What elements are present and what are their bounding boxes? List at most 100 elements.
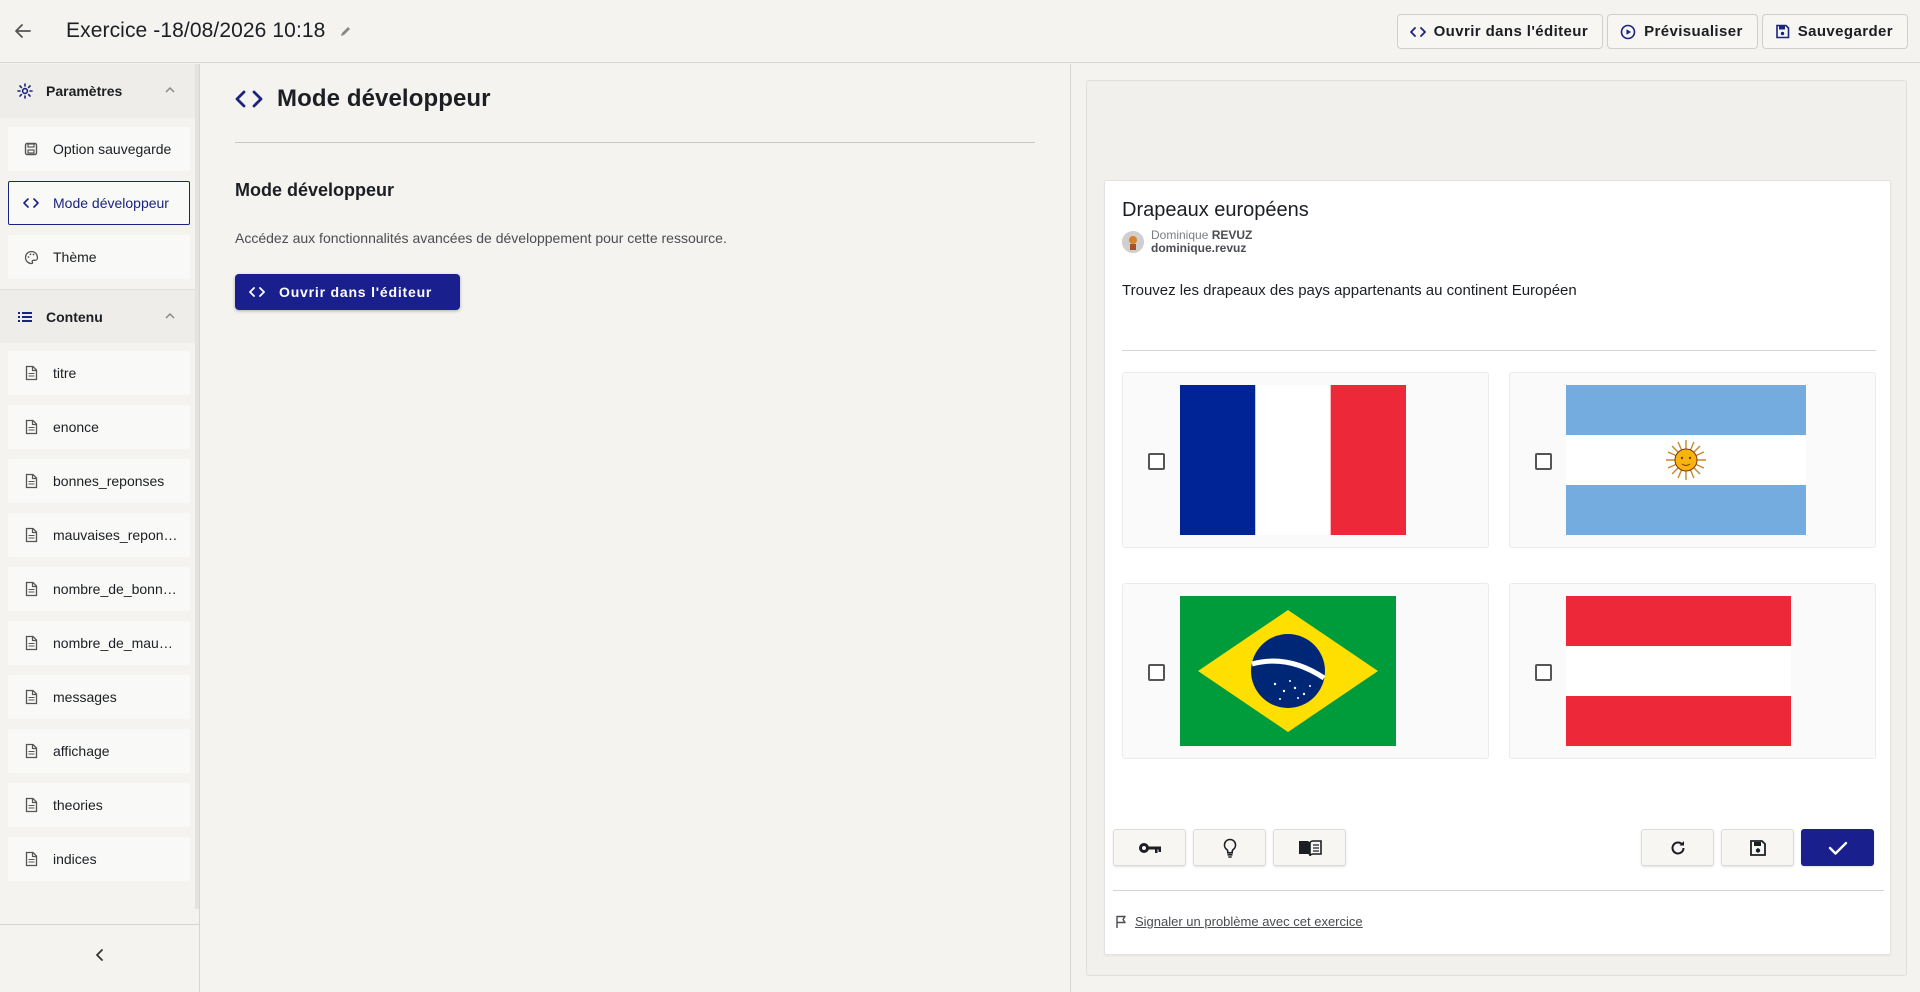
gear-icon [17, 83, 33, 99]
code-icon [235, 90, 263, 108]
france-flag [1180, 385, 1406, 535]
save-button[interactable]: Sauvegarder [1761, 14, 1908, 49]
preview-button[interactable]: Prévisualiser [1607, 14, 1758, 49]
file-icon [23, 473, 39, 489]
answer-checkbox[interactable] [1535, 664, 1552, 681]
exercise-card: Drapeaux européens Dominique REVUZ domin… [1104, 180, 1891, 955]
button-label: Ouvrir dans l'éditeur [279, 284, 433, 300]
divider [1113, 890, 1884, 891]
code-icon [23, 195, 39, 211]
author-last-name: REVUZ [1211, 228, 1253, 242]
answer-option-france[interactable] [1122, 372, 1489, 548]
list-icon [18, 311, 32, 322]
sidebar-item-messages[interactable]: messages [8, 675, 190, 719]
answer-checkbox[interactable] [1148, 664, 1165, 681]
back-button[interactable] [0, 0, 46, 63]
sidebar-item-affichage[interactable]: affichage [8, 729, 190, 773]
argentina-flag [1566, 385, 1806, 535]
pencil-icon [341, 26, 351, 36]
file-icon [23, 851, 39, 867]
answer-option-brazil[interactable] [1122, 583, 1489, 759]
sidebar-item-label: messages [53, 689, 117, 705]
austria-flag [1566, 596, 1791, 746]
solution-button[interactable] [1113, 829, 1186, 866]
preview-label: Prévisualiser [1644, 23, 1743, 40]
answer-option-austria[interactable] [1509, 583, 1876, 759]
key-icon [1138, 842, 1161, 853]
theory-button[interactable] [1273, 829, 1346, 866]
sidebar-item-theories[interactable]: theories [8, 783, 190, 827]
edit-title-button[interactable] [339, 25, 352, 38]
sidebar-item-label: affichage [53, 743, 110, 759]
save-icon [1749, 839, 1766, 856]
collapse-sidebar-button[interactable] [0, 924, 200, 984]
sidebar-item-label: indices [53, 851, 97, 867]
file-icon [23, 419, 39, 435]
open-editor-label: Ouvrir dans l'éditeur [1433, 23, 1589, 40]
sidebar-item-nombre-de-bonnes-reponses[interactable]: nombre_de_bonnes_reponses [8, 567, 190, 611]
sidebar-item-label: enonce [53, 419, 99, 435]
divider [1122, 350, 1876, 351]
file-icon [23, 689, 39, 705]
answer-option-argentina[interactable] [1509, 372, 1876, 548]
file-icon [23, 581, 39, 597]
author-first-name: Dominique [1151, 228, 1209, 242]
lightbulb-icon [1223, 838, 1236, 858]
code-icon [249, 287, 265, 297]
sidebar-item-mauvaises-reponses[interactable]: mauvaises_reponses [8, 513, 190, 557]
report-problem-link[interactable]: Signaler un problème avec cet exercice [1135, 914, 1363, 929]
refresh-icon [1671, 840, 1684, 854]
question-text: Trouvez les drapeaux des pays appartenan… [1122, 282, 1577, 299]
sidebar-item-label: theories [53, 797, 103, 813]
avatar [1122, 231, 1144, 253]
sidebar-item-titre[interactable]: titre [8, 351, 190, 395]
sidebar-item-indices[interactable]: indices [8, 837, 190, 881]
section-label: Contenu [46, 308, 103, 325]
file-icon [23, 365, 39, 381]
save-icon [1775, 24, 1790, 39]
exercise-title: Drapeaux européens [1122, 199, 1309, 221]
submit-button[interactable] [1801, 829, 1874, 866]
sidebar-item-label: Thème [53, 249, 97, 265]
open-editor-button[interactable]: Ouvrir dans l'éditeur [1396, 14, 1604, 49]
sidebar: Paramètres Option sauvegarde Mode dévelo… [0, 64, 200, 992]
brazil-flag [1180, 596, 1396, 746]
sidebar-item-label: titre [53, 365, 77, 381]
chevron-up-icon [165, 86, 175, 93]
author: Dominique REVUZ dominique.revuz [1122, 229, 1252, 255]
answer-checkbox[interactable] [1535, 453, 1552, 470]
file-icon [23, 635, 39, 651]
preview-frame: Drapeaux européens Dominique REVUZ domin… [1086, 80, 1907, 976]
palette-icon [23, 249, 39, 265]
sidebar-item-label: nombre_de_bonnes_reponses [53, 581, 178, 597]
sidebar-item-enonce[interactable]: enonce [8, 405, 190, 449]
answer-checkbox[interactable] [1148, 453, 1165, 470]
hint-button[interactable] [1193, 829, 1266, 866]
reset-button[interactable] [1641, 829, 1714, 866]
sidebar-scrollbar[interactable] [195, 64, 199, 909]
save-answer-button[interactable] [1721, 829, 1794, 866]
arrow-left-icon [15, 24, 31, 38]
author-username: dominique.revuz [1151, 241, 1247, 255]
sidebar-item-theme[interactable]: Thème [8, 235, 190, 279]
open-editor-primary-button[interactable]: Ouvrir dans l'éditeur [235, 274, 460, 310]
sidebar-scroll-area[interactable]: Paramètres Option sauvegarde Mode dévelo… [0, 64, 196, 909]
book-icon [1298, 839, 1322, 856]
chevron-left-icon [96, 948, 103, 961]
sidebar-item-label: bonnes_reponses [53, 473, 165, 489]
sidebar-item-nombre-de-mauvaises-reponses[interactable]: nombre_de_mauvaises_reponses [8, 621, 190, 665]
save-icon [23, 141, 39, 157]
section-subheading: Mode développeur [235, 180, 395, 200]
sidebar-item-bonnes-reponses[interactable]: bonnes_reponses [8, 459, 190, 503]
report-problem: Signaler un problème avec cet exercice [1115, 914, 1363, 929]
code-icon [1409, 26, 1426, 37]
sidebar-item-mode-developpeur[interactable]: Mode développeur [8, 181, 190, 225]
section-header-parametres[interactable]: Paramètres [0, 64, 196, 118]
section-header-contenu[interactable]: Contenu [0, 289, 196, 343]
top-bar: Exercice -18/08/2026 10:18 Ouvrir dans l… [0, 0, 1920, 63]
flag-icon [1116, 915, 1126, 928]
sidebar-item-label: Mode développeur [53, 195, 169, 211]
section-label: Paramètres [46, 83, 123, 99]
sidebar-item-option-sauvegarde[interactable]: Option sauvegarde [8, 127, 190, 171]
check-icon [1828, 841, 1847, 855]
